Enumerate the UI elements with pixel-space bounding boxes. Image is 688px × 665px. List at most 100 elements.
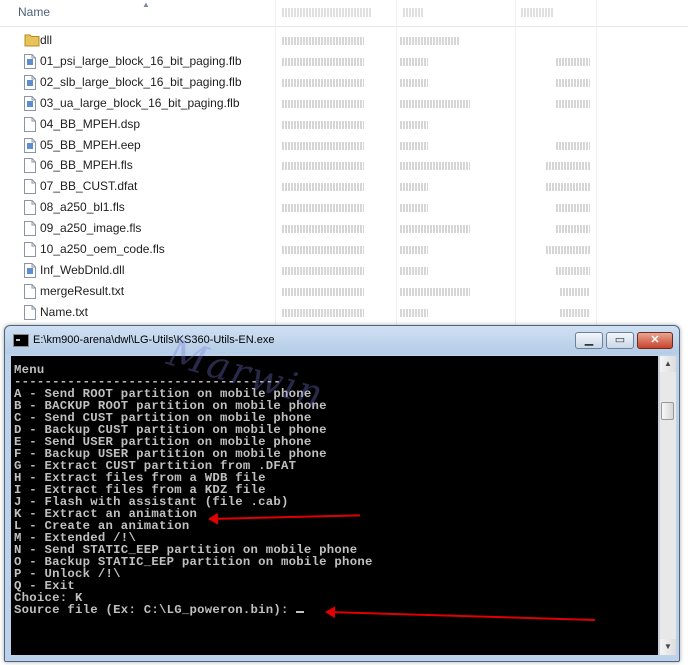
file-type-blurred	[400, 162, 470, 171]
file-row[interactable]: 01_psi_large_block_16_bit_paging.flb	[0, 51, 688, 72]
file-name: 04_BB_MPEH.dsp	[40, 116, 141, 131]
file-type-blurred	[400, 120, 428, 129]
date-modified-blurred	[282, 141, 364, 150]
file-size-blurred	[546, 162, 590, 171]
file-name: 03_ua_large_block_16_bit_paging.flb	[40, 95, 240, 110]
date-modified-blurred	[282, 225, 364, 234]
scrollbar-thumb[interactable]	[661, 402, 674, 420]
file-size-blurred	[546, 183, 590, 192]
file-size-blurred	[556, 57, 590, 66]
window-title: E:\km900-arena\dwl\LG-Utils\KS360-Utils-…	[33, 334, 275, 346]
file-row[interactable]: Name.txt	[0, 302, 688, 323]
file-icon	[24, 53, 36, 69]
file-icon	[24, 242, 36, 257]
folder-icon	[24, 33, 40, 48]
file-name: 02_slb_large_block_16_bit_paging.flb	[40, 74, 242, 89]
file-icon	[24, 179, 36, 195]
file-name: 01_psi_large_block_16_bit_paging.flb	[40, 53, 242, 68]
file-name: Name.txt	[40, 304, 89, 319]
sort-ascending-icon: ▲	[142, 0, 150, 9]
file-name: mergeResult.txt	[40, 283, 125, 298]
file-row[interactable]: 03_ua_large_block_16_bit_paging.flb	[0, 93, 688, 114]
file-size-blurred	[556, 225, 590, 234]
console-prompt: Source file (Ex: C:\LG_poweron.bin):	[14, 603, 297, 617]
file-type-blurred	[400, 78, 428, 87]
file-size-blurred	[560, 287, 590, 296]
file-row[interactable]: 10_a250_oem_code.fls	[0, 239, 688, 260]
file-list-pane: Name ▲ dll 01_psi_large_block_16_bit_pagi…	[0, 0, 688, 330]
date-modified-blurred	[282, 37, 364, 45]
maximize-button[interactable]: ▭	[606, 332, 634, 349]
date-modified-blurred	[282, 183, 364, 192]
file-size-blurred	[556, 141, 590, 150]
file-name: 10_a250_oem_code.fls	[40, 242, 165, 256]
file-type-blurred	[400, 308, 428, 317]
scroll-up-arrow-icon[interactable]: ▲	[660, 356, 676, 372]
file-row[interactable]: 07_BB_CUST.dfat	[0, 176, 688, 197]
file-type-blurred	[400, 287, 470, 296]
file-name: dll	[40, 33, 53, 47]
file-icon	[24, 116, 36, 132]
file-size-blurred	[560, 308, 590, 317]
file-row[interactable]: 02_slb_large_block_16_bit_paging.flb	[0, 72, 688, 93]
file-row[interactable]: 05_BB_MPEH.eep	[0, 135, 688, 156]
date-modified-blurred	[282, 120, 364, 129]
file-icon	[24, 221, 36, 237]
console-titlebar[interactable]: E:\km900-arena\dwl\LG-Utils\KS360-Utils-…	[5, 326, 679, 354]
date-modified-blurred	[282, 266, 364, 275]
file-size-blurred	[556, 99, 590, 108]
file-type-blurred	[400, 57, 428, 66]
file-name: 05_BB_MPEH.eep	[40, 137, 141, 152]
date-modified-blurred	[282, 99, 364, 108]
scroll-down-arrow-icon[interactable]: ▼	[660, 639, 676, 655]
file-icon	[24, 304, 36, 320]
file-icon	[24, 158, 36, 174]
date-modified-blurred	[282, 78, 364, 87]
file-icon	[24, 262, 36, 278]
text-cursor[interactable]	[296, 611, 305, 613]
date-modified-blurred	[282, 162, 364, 171]
file-icon	[24, 137, 36, 153]
file-icon	[24, 200, 36, 216]
date-modified-blurred	[282, 204, 364, 213]
file-type-blurred	[400, 266, 428, 275]
file-size-blurred	[546, 246, 590, 254]
date-modified-blurred	[282, 57, 364, 66]
file-size-blurred	[556, 78, 590, 87]
file-row[interactable]: 06_BB_MPEH.fls	[0, 155, 688, 176]
file-name: 07_BB_CUST.dfat	[40, 179, 138, 194]
file-name: 08_a250_bl1.fls	[40, 200, 125, 215]
file-size-blurred	[556, 204, 590, 213]
file-row[interactable]: mergeResult.txt	[0, 281, 688, 302]
close-button[interactable]: ✕	[637, 332, 673, 349]
file-row[interactable]: 04_BB_MPEH.dsp	[0, 114, 688, 135]
file-type-blurred	[400, 204, 428, 213]
column-header-date-blurred[interactable]	[282, 8, 372, 17]
file-type-blurred	[400, 37, 460, 45]
file-type-blurred	[400, 99, 470, 108]
file-icon	[24, 74, 36, 90]
file-row[interactable]: dll	[0, 30, 688, 51]
file-icon	[24, 283, 36, 299]
file-type-blurred	[400, 141, 428, 150]
console-app-icon[interactable]	[13, 334, 29, 347]
file-row[interactable]: 08_a250_bl1.fls	[0, 197, 688, 218]
file-name: 09_a250_image.fls	[40, 221, 142, 236]
column-header-size-blurred[interactable]	[521, 8, 553, 17]
file-row[interactable]: Inf_WebDnld.dll	[0, 260, 688, 281]
column-header-name[interactable]: Name	[18, 5, 50, 19]
file-type-blurred	[400, 225, 470, 234]
minimize-button[interactable]: ▁	[575, 332, 603, 349]
file-name: 06_BB_MPEH.fls	[40, 158, 133, 173]
console-text: Menu -----------------------------------…	[14, 364, 373, 616]
file-name: Inf_WebDnld.dll	[40, 262, 125, 277]
file-type-blurred	[400, 183, 428, 192]
file-icon	[24, 95, 36, 111]
column-header-type-blurred[interactable]	[403, 8, 423, 17]
column-header-row: Name ▲	[0, 0, 688, 27]
vertical-scrollbar[interactable]: ▲ ▼	[659, 356, 676, 655]
date-modified-blurred	[282, 287, 364, 296]
file-type-blurred	[400, 246, 428, 254]
date-modified-blurred	[282, 246, 364, 254]
file-row[interactable]: 09_a250_image.fls	[0, 218, 688, 239]
